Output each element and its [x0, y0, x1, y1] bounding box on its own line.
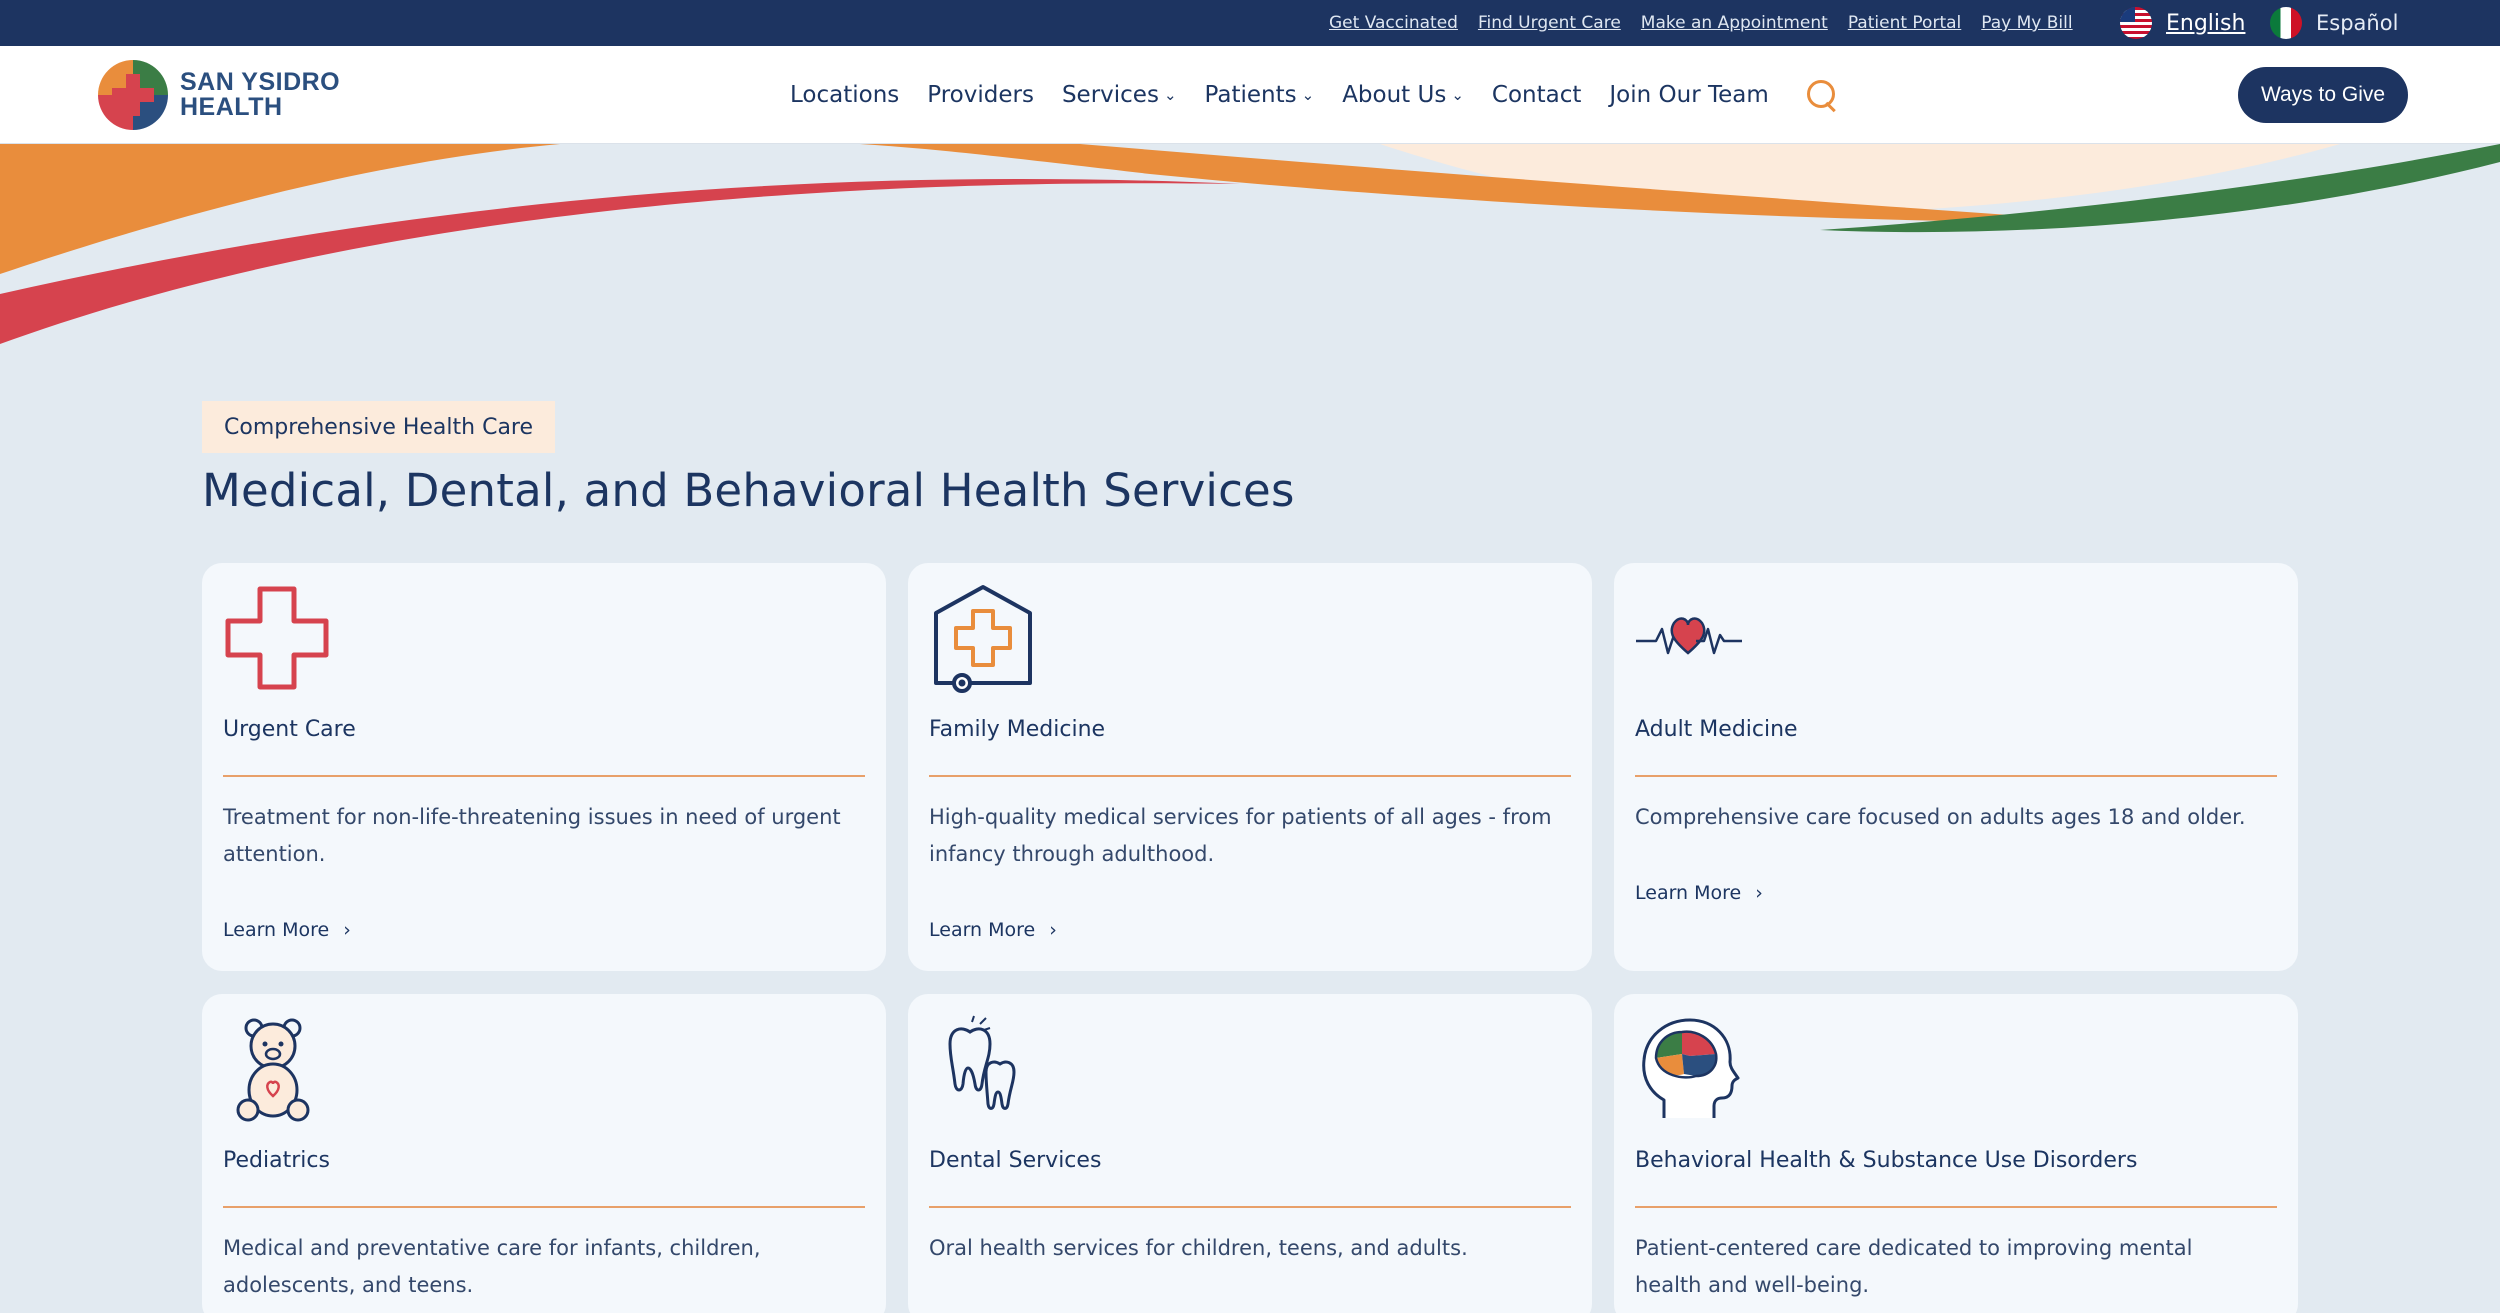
service-card-pediatrics[interactable]: Pediatrics Medical and preventative care… — [202, 994, 886, 1313]
service-card-urgent-care[interactable]: Urgent Care Treatment for non-life-threa… — [202, 563, 886, 971]
teddy-bear-icon — [236, 1018, 310, 1122]
logo-text: SAN YSIDRO HEALTH — [180, 70, 340, 120]
nav-providers-label: Providers — [927, 82, 1034, 108]
card-title: Pediatrics — [223, 1148, 330, 1173]
chevron-down-icon: ⌄ — [1163, 86, 1177, 104]
chevron-down-icon: ⌄ — [1451, 86, 1464, 104]
search-icon[interactable] — [1805, 78, 1839, 112]
card-description: Medical and preventative care for infant… — [223, 1236, 761, 1297]
card-title: Behavioral Health & Substance Use Disord… — [1635, 1148, 2138, 1173]
pay-my-bill-link[interactable]: Pay My Bill — [1981, 13, 2072, 33]
nav-patients-label: Patients — [1204, 82, 1297, 108]
learn-more-link[interactable]: Learn More › — [1635, 882, 1763, 904]
nav-providers[interactable]: Providers — [927, 82, 1034, 108]
language-spanish-label: Español — [2316, 11, 2399, 35]
make-appointment-link[interactable]: Make an Appointment — [1641, 13, 1828, 33]
divider — [1635, 1206, 2277, 1208]
nav-join-our-team-label: Join Our Team — [1609, 82, 1769, 108]
logo-line-1: SAN YSIDRO — [180, 68, 341, 96]
clinic-cross-icon — [934, 585, 1032, 693]
nav-join-our-team[interactable]: Join Our Team — [1609, 82, 1768, 108]
language-english-label: English — [2166, 10, 2246, 36]
tooth-icon — [948, 1015, 1016, 1110]
card-description: Comprehensive care focused on adults age… — [1635, 805, 2246, 829]
nav-locations-label: Locations — [790, 82, 900, 108]
chevron-down-icon: ⌄ — [1301, 86, 1315, 104]
nav-contact[interactable]: Contact — [1492, 82, 1581, 108]
divider — [223, 1206, 865, 1208]
service-card-family-medicine[interactable]: Family Medicine High-quality medical ser… — [908, 563, 1592, 971]
card-description: Patient-centered care dedicated to impro… — [1635, 1236, 2193, 1297]
card-title: Urgent Care — [223, 717, 356, 742]
logo-line-2: HEALTH — [180, 93, 283, 121]
main-nav: Locations Providers Services ⌄ Patients ⌄ … — [790, 46, 1839, 144]
patient-portal-link[interactable]: Patient Portal — [1848, 13, 1961, 33]
nav-services-label: Services — [1061, 82, 1159, 108]
decorative-swoosh — [0, 144, 2500, 344]
us-flag-icon — [2120, 7, 2152, 39]
site-logo[interactable]: SAN YSIDRO HEALTH — [98, 60, 340, 130]
learn-more-label: Learn More — [223, 919, 330, 941]
utility-links: Get Vaccinated Find Urgent Care Make an … — [1329, 0, 2073, 46]
find-urgent-care-link[interactable]: Find Urgent Care — [1478, 13, 1621, 33]
site-header: SAN YSIDRO HEALTH Locations Providers Se… — [0, 46, 2500, 144]
ways-to-give-button[interactable]: Ways to Give — [2238, 67, 2408, 123]
divider — [929, 775, 1571, 777]
brain-puzzle-icon — [1642, 1018, 1740, 1118]
page-title: Medical, Dental, and Behavioral Health S… — [202, 464, 1295, 517]
nav-locations[interactable]: Locations — [790, 82, 899, 108]
service-card-behavioral-health[interactable]: Behavioral Health & Substance Use Disord… — [1614, 994, 2298, 1313]
chevron-right-icon: › — [343, 919, 351, 941]
chevron-right-icon: › — [1755, 882, 1763, 904]
card-title: Family Medicine — [929, 717, 1106, 742]
logo-cross-icon — [98, 60, 168, 130]
learn-more-label: Learn More — [929, 919, 1036, 941]
language-spanish[interactable]: Español — [2270, 0, 2398, 46]
section-eyebrow: Comprehensive Health Care — [202, 401, 556, 453]
utility-bar: Get Vaccinated Find Urgent Care Make an … — [0, 0, 2500, 46]
get-vaccinated-link[interactable]: Get Vaccinated — [1329, 13, 1458, 33]
service-card-dental-services[interactable]: Dental Services Oral health services for… — [908, 994, 1592, 1313]
nav-patients[interactable]: Patients ⌄ — [1205, 82, 1315, 108]
card-description: Oral health services for children, teens… — [929, 1236, 1468, 1260]
medical-cross-icon — [225, 586, 329, 690]
card-description: High-quality medical services for patien… — [929, 805, 1552, 866]
nav-services[interactable]: Services ⌄ — [1062, 82, 1177, 108]
card-title: Adult Medicine — [1635, 717, 1798, 742]
learn-more-link[interactable]: Learn More › — [223, 919, 351, 941]
nav-about-us[interactable]: About Us ⌄ — [1342, 82, 1464, 108]
learn-more-link[interactable]: Learn More › — [929, 919, 1057, 941]
heart-pulse-icon — [1636, 617, 1742, 655]
card-title: Dental Services — [929, 1148, 1102, 1173]
language-english[interactable]: English — [2120, 0, 2245, 46]
nav-about-us-label: About Us — [1342, 82, 1447, 108]
mexico-flag-icon — [2270, 7, 2302, 39]
chevron-right-icon: › — [1049, 919, 1057, 941]
divider — [1635, 775, 2277, 777]
nav-contact-label: Contact — [1491, 82, 1582, 108]
service-card-adult-medicine[interactable]: Adult Medicine Comprehensive care focuse… — [1614, 563, 2298, 971]
divider — [223, 775, 865, 777]
divider — [929, 1206, 1571, 1208]
learn-more-label: Learn More — [1635, 882, 1742, 904]
card-description: Treatment for non-life-threatening issue… — [223, 805, 841, 866]
